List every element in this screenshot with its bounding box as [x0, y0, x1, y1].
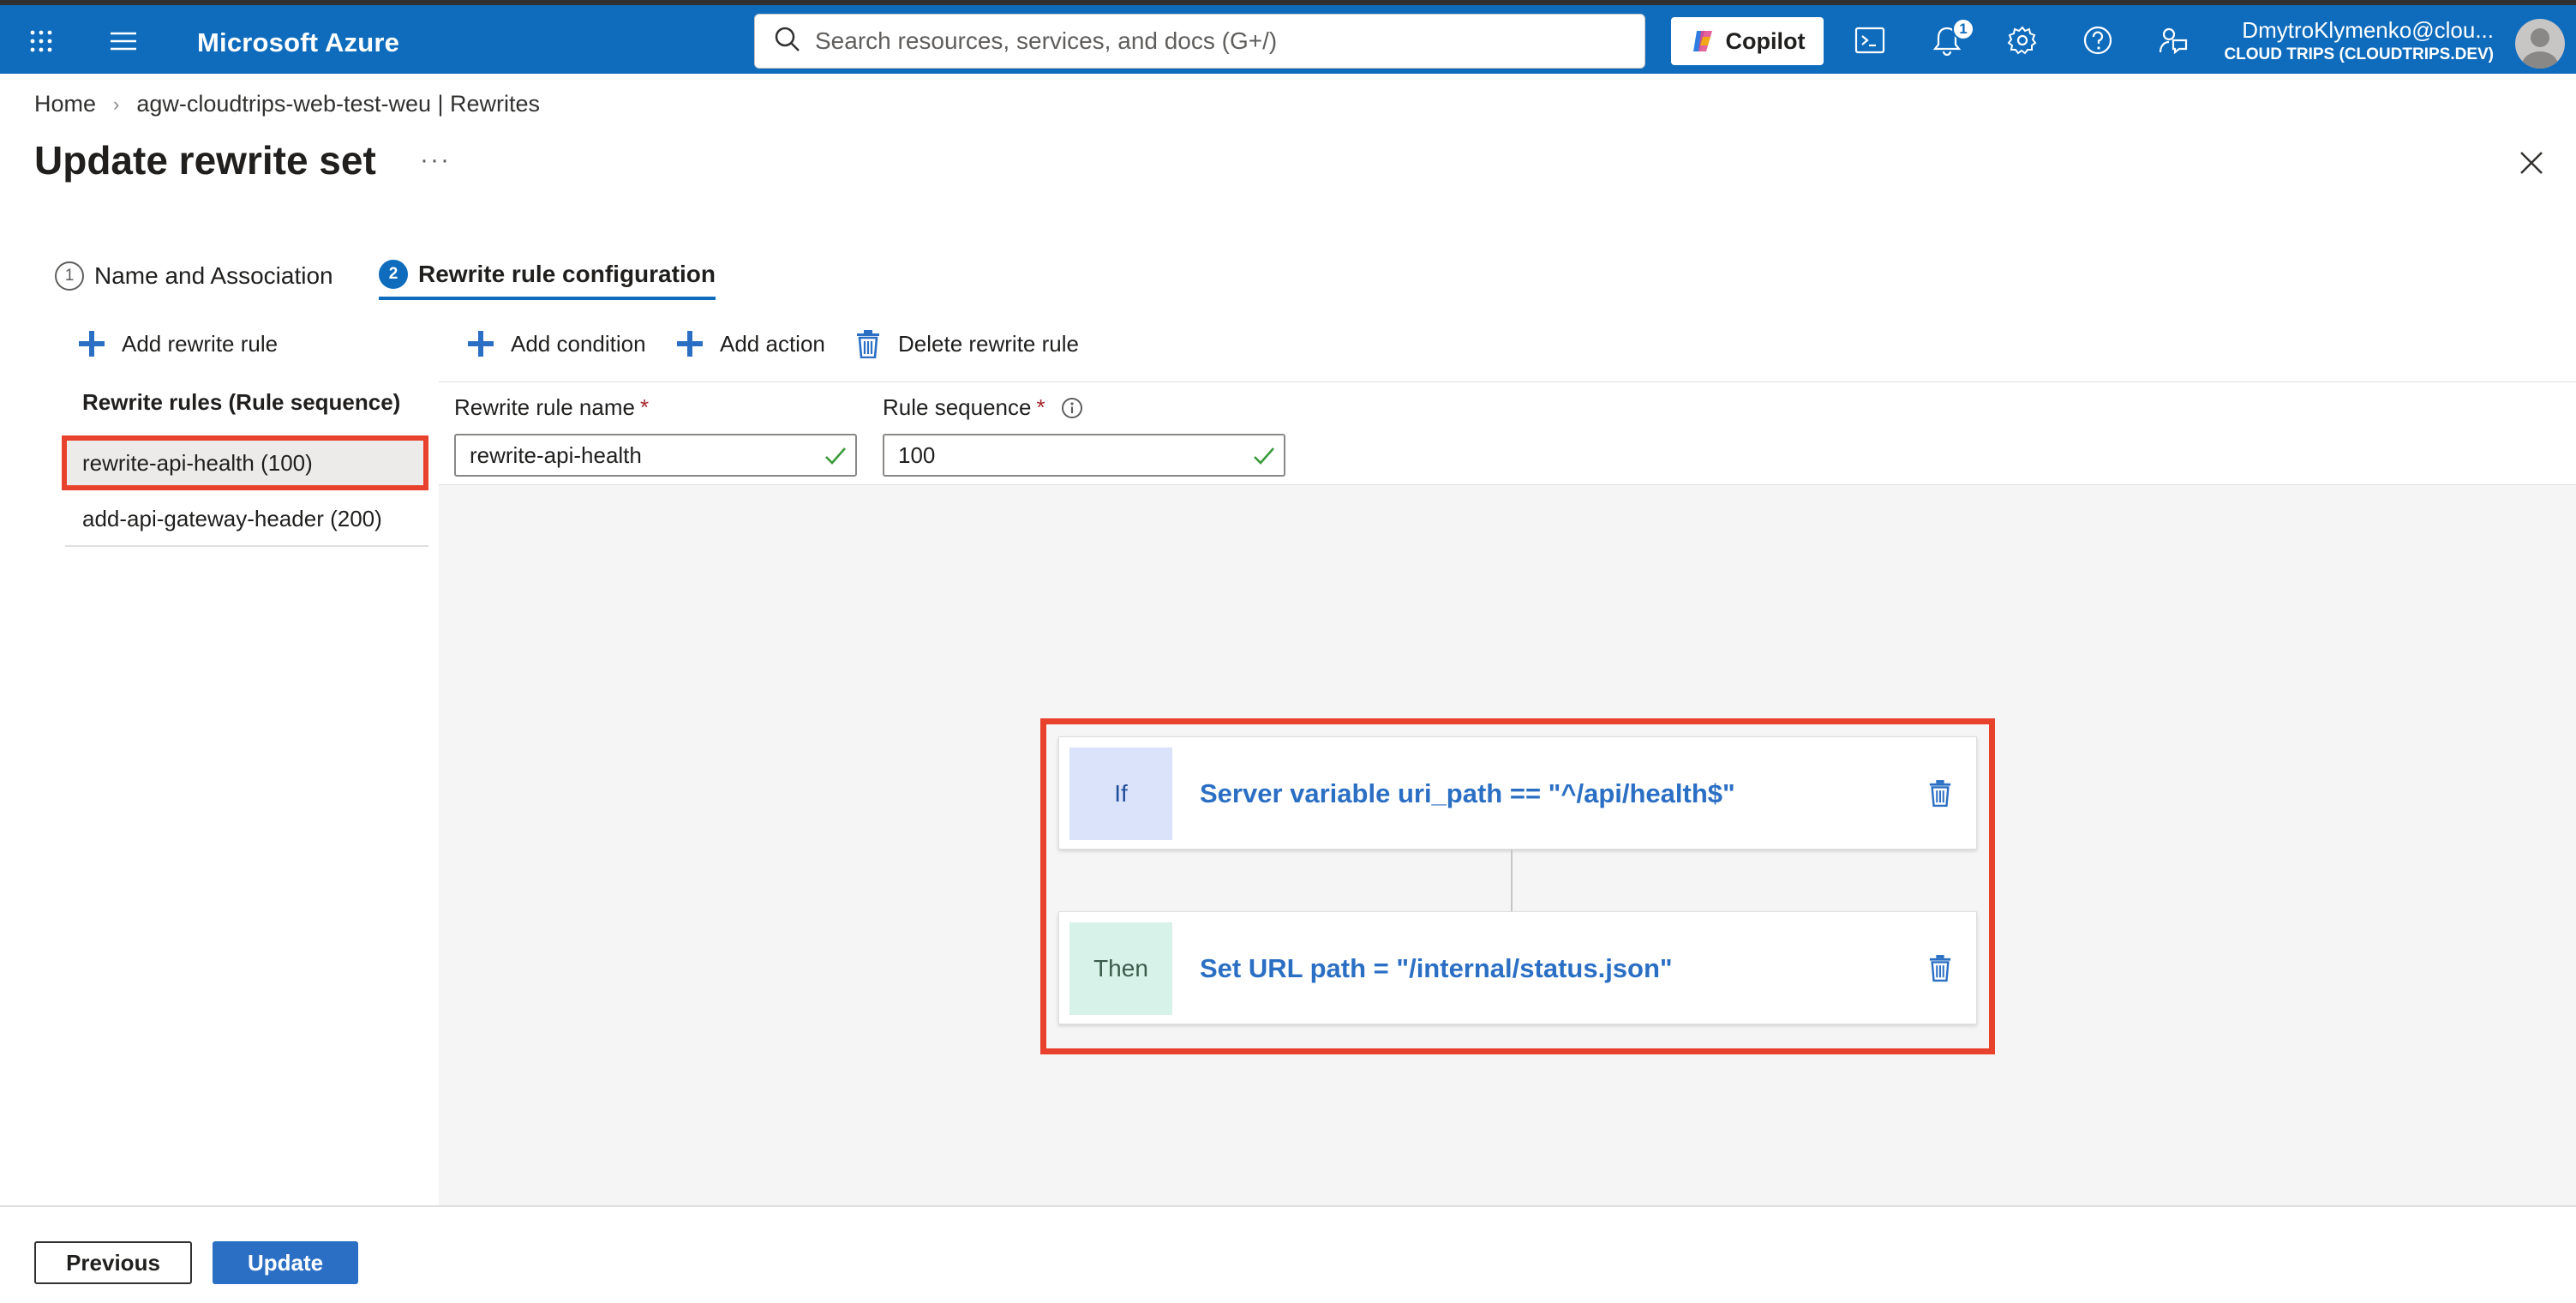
command-bar: Add condition Add action Delete rewrite … — [439, 317, 2576, 382]
delete-condition-button[interactable] — [1928, 778, 1952, 808]
cloud-shell-button[interactable] — [1851, 23, 1889, 61]
tab-name-and-association[interactable]: 1 Name and Association — [55, 252, 333, 300]
close-icon — [2516, 152, 2547, 182]
copilot-logo-icon — [1690, 28, 1716, 54]
action-text[interactable]: Set URL path = "/internal/status.json" — [1200, 953, 1673, 984]
search-placeholder: Search resources, services, and docs (G+… — [815, 27, 1278, 54]
condition-card[interactable]: If Server variable uri_path == "^/api/he… — [1058, 736, 1977, 850]
brand-title[interactable]: Microsoft Azure — [197, 27, 399, 58]
trash-icon — [1928, 955, 1952, 986]
breadcrumb-rewrites[interactable]: agw-cloudtrips-web-test-weu | Rewrites — [136, 91, 540, 117]
account-email: DmytroKlymenko@clou... — [2242, 17, 2494, 43]
trash-icon — [855, 329, 881, 359]
add-action-button[interactable]: Add action — [675, 329, 825, 358]
add-rewrite-rule-label: Add rewrite rule — [122, 330, 279, 357]
settings-button[interactable] — [2004, 23, 2041, 61]
list-item[interactable]: rewrite-api-health (100) — [62, 435, 428, 490]
info-icon[interactable] — [1061, 397, 1083, 419]
help-button[interactable] — [2079, 23, 2117, 61]
add-action-label: Add action — [720, 330, 825, 357]
breadcrumb-chevron-icon: › — [113, 93, 120, 115]
breadcrumb-home[interactable]: Home — [34, 91, 96, 117]
account-info[interactable]: DmytroKlymenko@clou... CLOUD TRIPS (CLOU… — [2220, 17, 2494, 64]
condition-text[interactable]: Server variable uri_path == "^/api/healt… — [1200, 778, 1735, 809]
update-button[interactable]: Update — [213, 1241, 358, 1284]
delete-rewrite-rule-label: Delete rewrite rule — [898, 330, 1079, 357]
delete-action-button[interactable] — [1928, 953, 1952, 982]
plus-icon — [466, 329, 495, 358]
close-button[interactable] — [2516, 147, 2547, 178]
global-search[interactable]: Search resources, services, and docs (G+… — [754, 14, 1645, 69]
feedback-button[interactable] — [2154, 23, 2192, 61]
rule-sequence-label: Rule sequence * — [883, 394, 1083, 421]
feedback-icon — [2158, 25, 2189, 60]
app-launcher-icon[interactable] — [26, 26, 57, 57]
add-condition-button[interactable]: Add condition — [466, 329, 646, 358]
azure-portal-window: Microsoft Azure Search resources, servic… — [0, 0, 2576, 1303]
avatar[interactable] — [2515, 19, 2565, 69]
hamburger-menu-icon[interactable] — [106, 26, 141, 57]
highlighted-rule-flow: If Server variable uri_path == "^/api/he… — [1040, 718, 1995, 1054]
trash-icon — [1928, 780, 1952, 811]
required-mark: * — [1036, 394, 1045, 420]
rule-editor: Add condition Add action Delete rewrite … — [439, 317, 2576, 1205]
plus-icon — [77, 329, 106, 358]
rule-label: rewrite-api-health (100) — [82, 449, 313, 476]
breadcrumb: Home › agw-cloudtrips-web-test-weu | Rew… — [34, 91, 540, 117]
gear-icon — [2007, 25, 2038, 60]
notification-count-badge: 1 — [1952, 18, 1974, 40]
rule-name-value: rewrite-api-health — [470, 441, 642, 468]
previous-button[interactable]: Previous — [34, 1241, 192, 1284]
delete-rewrite-rule-button[interactable]: Delete rewrite rule — [855, 329, 1079, 359]
rule-name-label-text: Rewrite rule name — [454, 394, 635, 420]
required-mark: * — [639, 394, 650, 420]
list-item[interactable]: add-api-gateway-header (200) — [65, 492, 428, 547]
rule-sequence-value: 100 — [898, 441, 936, 468]
flow-connector — [1511, 850, 1513, 911]
add-rewrite-rule-button[interactable]: Add rewrite rule — [77, 329, 278, 358]
search-icon — [774, 26, 801, 57]
tab-label: Rewrite rule configuration — [418, 261, 716, 287]
tab-rewrite-rule-configuration[interactable]: 2 Rewrite rule configuration — [379, 252, 716, 300]
copilot-button[interactable]: Copilot — [1671, 17, 1824, 65]
step-number: 2 — [379, 260, 408, 289]
terminal-icon — [1854, 27, 1885, 58]
checkmark-icon — [824, 446, 847, 466]
page-title: Update rewrite set — [34, 138, 376, 183]
then-tag: Then — [1069, 922, 1172, 1015]
footer-bar: Previous Update — [0, 1205, 2576, 1303]
add-condition-label: Add condition — [511, 330, 646, 357]
more-options-button[interactable]: ··· — [420, 146, 451, 175]
if-tag: If — [1069, 748, 1172, 840]
checkmark-icon — [1253, 446, 1275, 466]
rule-name-label: Rewrite rule name * — [454, 394, 649, 421]
plus-icon — [675, 329, 704, 358]
rule-label: add-api-gateway-header (200) — [82, 505, 382, 531]
tab-label: Name and Association — [94, 262, 333, 289]
help-icon — [2082, 25, 2113, 60]
account-tenant: CLOUD TRIPS (CLOUDTRIPS.DEV) — [2224, 45, 2494, 63]
rule-flow-canvas: If Server variable uri_path == "^/api/he… — [439, 485, 2576, 1205]
rule-name-input[interactable]: rewrite-api-health — [454, 434, 857, 477]
notifications-button[interactable]: 1 — [1928, 18, 1974, 61]
step-number: 1 — [55, 261, 84, 291]
rules-list-header: Rewrite rules (Rule sequence) — [82, 389, 401, 415]
rule-sequence-label-text: Rule sequence — [883, 394, 1032, 420]
top-bar: Microsoft Azure Search resources, servic… — [0, 0, 2576, 74]
action-card[interactable]: Then Set URL path = "/internal/status.js… — [1058, 911, 1977, 1024]
rewrite-rules-panel: Add rewrite rule Rewrite rules (Rule seq… — [0, 317, 439, 1205]
rule-sequence-input[interactable]: 100 — [883, 434, 1285, 477]
copilot-label: Copilot — [1725, 27, 1806, 54]
